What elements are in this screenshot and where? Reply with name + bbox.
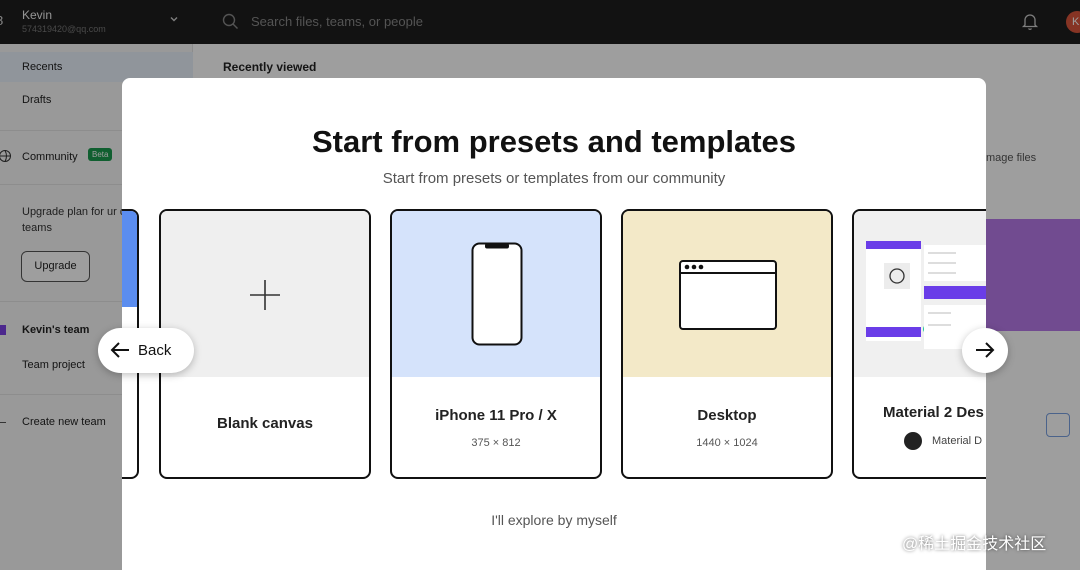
card-name: Blank canvas bbox=[217, 415, 313, 432]
arrow-left-icon bbox=[110, 342, 129, 358]
watermark: @稀土掘金技术社区 bbox=[902, 536, 1047, 553]
explore-link[interactable]: I'll explore by myself bbox=[122, 512, 986, 528]
card-thumbnail bbox=[122, 211, 137, 307]
next-button[interactable] bbox=[962, 328, 1008, 373]
back-button-label: Back bbox=[138, 342, 172, 359]
card-thumbnail bbox=[623, 211, 831, 377]
templates-modal: Start from presets and templates Start f… bbox=[122, 78, 986, 570]
card-size: 375 × 812 bbox=[471, 437, 521, 449]
card-name: Material 2 Des bbox=[883, 404, 984, 421]
card-name: iPhone 11 Pro / X bbox=[435, 407, 557, 424]
card-size: 1440 × 1024 bbox=[696, 437, 758, 449]
material-logo-icon bbox=[904, 432, 922, 450]
template-card-desktop[interactable]: Desktop 1440 × 1024 bbox=[621, 209, 833, 479]
browser-window-icon bbox=[679, 260, 777, 330]
modal-subtitle: Start from presets or templates from our… bbox=[382, 170, 726, 187]
card-author: Material D bbox=[932, 435, 983, 447]
phone-icon bbox=[471, 242, 523, 346]
app-window: 8 Kevin 574319420@qq.com Search files, t… bbox=[0, 0, 1080, 570]
template-card-iphone[interactable]: iPhone 11 Pro / X 375 × 812 bbox=[390, 209, 602, 479]
card-thumbnail bbox=[392, 211, 600, 377]
back-button[interactable]: Back bbox=[98, 328, 194, 373]
modal-title: Start from presets and templates bbox=[311, 124, 797, 159]
card-name: Desktop bbox=[697, 407, 757, 424]
plus-icon bbox=[250, 280, 280, 310]
arrow-right-icon bbox=[976, 342, 995, 358]
